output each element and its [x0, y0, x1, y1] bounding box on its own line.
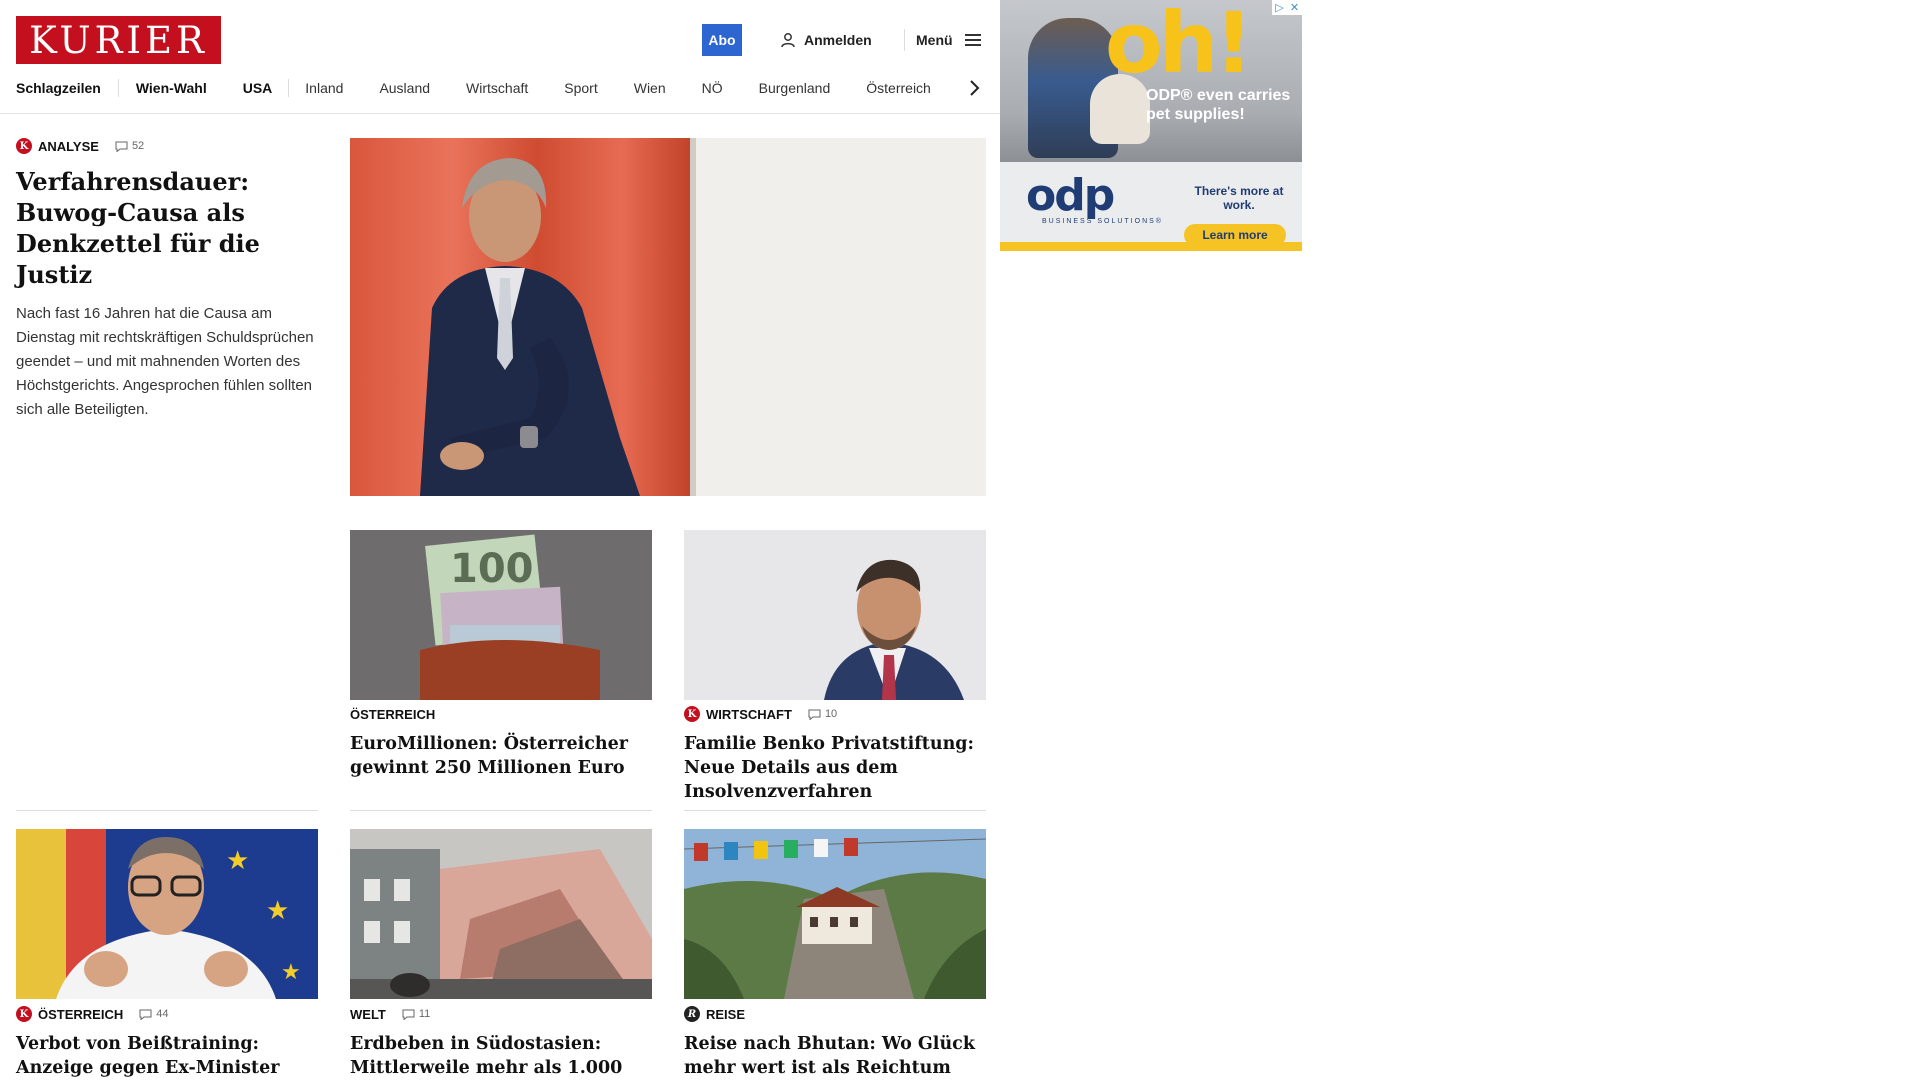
comment-count-value: 11 — [418, 1008, 431, 1020]
lead-article-text[interactable]: K ANALYSE 52 Verfahrensdauer: Buwog-Caus… — [16, 138, 321, 422]
row-divider — [350, 810, 652, 811]
nav-item-burgenland[interactable]: Burgenland — [759, 80, 831, 96]
card-kicker: ÖSTERREICH — [350, 706, 652, 722]
ad-image: oh! ODP® even carries pet supplies! — [1000, 0, 1302, 162]
nav-separator — [117, 79, 119, 97]
card-kicker-label: ÖSTERREICH — [38, 1006, 124, 1022]
svg-text:★: ★ — [266, 895, 289, 925]
card-kicker-label: WIRTSCHAFT — [706, 706, 792, 722]
nav-item-oesterreich[interactable]: Österreich — [866, 80, 931, 96]
card-image-erdbeben[interactable] — [350, 829, 652, 999]
euromillionen-photo: 100 — [350, 530, 652, 700]
card-kicker-label: WELT — [350, 1006, 386, 1022]
card-benko[interactable]: K WIRTSCHAFT 10 Familie Benko Privatstif… — [684, 706, 986, 804]
erdbeben-photo — [350, 829, 652, 999]
card-headline[interactable]: Reise nach Bhutan: Wo Glück mehr wert is… — [684, 1032, 986, 1080]
card-headline[interactable]: Verbot von Beißtraining: Anzeige gegen E… — [16, 1032, 318, 1080]
svg-text:★: ★ — [226, 845, 249, 875]
bhutan-photo — [684, 829, 986, 999]
lead-kicker-label: ANALYSE — [38, 138, 99, 154]
kurier-plus-icon: K — [684, 706, 700, 722]
lead-photo — [350, 138, 986, 496]
card-headline[interactable]: Familie Benko Privatstiftung: Neue Detai… — [684, 732, 986, 804]
svg-text:100: 100 — [450, 546, 534, 592]
chevron-right-icon[interactable] — [967, 78, 981, 98]
card-euromillionen[interactable]: ÖSTERREICH EuroMillionen: Österreicher g… — [350, 706, 652, 780]
card-image-benko[interactable] — [684, 530, 986, 700]
nav-item-wien-wahl[interactable]: Wien-Wahl — [136, 80, 207, 96]
section-nav: Schlagzeilen Wien-Wahl USA Inland Auslan… — [16, 78, 931, 98]
card-kicker: WELT 11 — [350, 1006, 652, 1022]
nav-item-schlagzeilen[interactable]: Schlagzeilen — [16, 80, 101, 96]
card-kicker: K ÖSTERREICH 44 — [16, 1006, 318, 1022]
comment-count[interactable]: 44 — [139, 1008, 168, 1020]
comment-count[interactable]: 10 — [808, 708, 837, 720]
lead-kicker: K ANALYSE 52 — [16, 138, 321, 154]
ad-headline: oh! — [1105, 0, 1253, 92]
svg-text:★: ★ — [281, 959, 301, 984]
card-rauch[interactable]: K ÖSTERREICH 44 Verbot von Beißtraining:… — [16, 1006, 318, 1080]
nav-separator — [288, 79, 290, 97]
kurier-logo[interactable]: KURIER — [16, 16, 221, 64]
kurier-plus-icon: K — [16, 1006, 32, 1022]
ad-learn-more-button[interactable]: Learn more — [1184, 224, 1286, 246]
reise-icon: r — [684, 1006, 700, 1022]
card-kicker-label: ÖSTERREICH — [350, 706, 436, 722]
comment-icon — [402, 1009, 415, 1020]
odp-logo: odp — [1026, 170, 1115, 221]
login-button[interactable]: Anmelden — [780, 30, 872, 50]
card-bhutan[interactable]: r REISE Reise nach Bhutan: Wo Glück mehr… — [684, 1006, 986, 1080]
rauch-photo: ★ ★ ★ — [16, 829, 318, 999]
card-erdbeben[interactable]: WELT 11 Erdbeben in Südostasien: Mittler… — [350, 1006, 652, 1080]
menu-button[interactable]: Menü — [916, 30, 981, 50]
odp-logo-sub: BUSINESS SOLUTIONS® — [1042, 218, 1163, 225]
card-kicker: K WIRTSCHAFT 10 — [684, 706, 986, 722]
lead-teaser: Nach fast 16 Jahren hat die Causa am Die… — [16, 305, 314, 418]
lead-article-image[interactable] — [350, 138, 986, 496]
card-kicker-label: REISE — [706, 1006, 746, 1022]
adchoices-icon[interactable]: ▷ — [1272, 0, 1287, 15]
ad-controls: ▷ ✕ — [1272, 0, 1302, 15]
comment-count[interactable]: 11 — [402, 1008, 430, 1020]
nav-item-inland[interactable]: Inland — [305, 80, 343, 96]
card-headline[interactable]: Erdbeben in Südostasien: Mittlerweile me… — [350, 1032, 652, 1080]
card-kicker: r REISE — [684, 1006, 986, 1022]
header-divider — [904, 29, 905, 51]
ad-copy: ODP® even carries pet supplies! — [1146, 87, 1291, 123]
benko-photo — [684, 530, 986, 700]
nav-item-wirtschaft[interactable]: Wirtschaft — [466, 80, 528, 96]
comment-count[interactable]: 52 — [115, 140, 144, 152]
row-divider — [16, 810, 318, 811]
hamburger-icon — [964, 34, 981, 46]
card-headline[interactable]: EuroMillionen: Österreicher gewinnt 250 … — [350, 732, 652, 780]
abo-button[interactable]: Abo — [702, 24, 742, 56]
comment-icon — [115, 141, 128, 152]
nav-item-noe[interactable]: NÖ — [702, 80, 723, 96]
row-divider — [684, 810, 986, 811]
card-image-bhutan[interactable] — [684, 829, 986, 999]
comment-count-value: 44 — [156, 1008, 169, 1020]
menu-label: Menü — [916, 32, 953, 48]
user-icon — [781, 33, 795, 48]
advertisement[interactable]: oh! ODP® even carries pet supplies! ▷ ✕ … — [1000, 0, 1302, 251]
ad-tagline: There's more at work. — [1194, 184, 1284, 212]
site-header: KURIER Abo Anmelden Menü Schlagzeilen Wi… — [0, 0, 1000, 114]
kurier-plus-icon: K — [16, 138, 32, 154]
close-icon[interactable]: ✕ — [1287, 0, 1302, 15]
lead-headline[interactable]: Verfahrensdauer: Buwog-Causa als Denkzet… — [16, 166, 321, 290]
comment-count-value: 52 — [131, 140, 145, 152]
comment-icon — [139, 1009, 152, 1020]
login-label: Anmelden — [804, 32, 872, 48]
card-image-euromillionen[interactable]: 100 — [350, 530, 652, 700]
comment-icon — [808, 709, 821, 720]
card-image-rauch[interactable]: ★ ★ ★ — [16, 829, 318, 999]
nav-item-sport[interactable]: Sport — [564, 80, 597, 96]
nav-item-usa[interactable]: USA — [243, 80, 273, 96]
comment-count-value: 10 — [824, 708, 838, 720]
nav-item-ausland[interactable]: Ausland — [379, 80, 430, 96]
ad-footer: odp BUSINESS SOLUTIONS® There's more at … — [1000, 162, 1302, 251]
nav-item-wien[interactable]: Wien — [634, 80, 666, 96]
